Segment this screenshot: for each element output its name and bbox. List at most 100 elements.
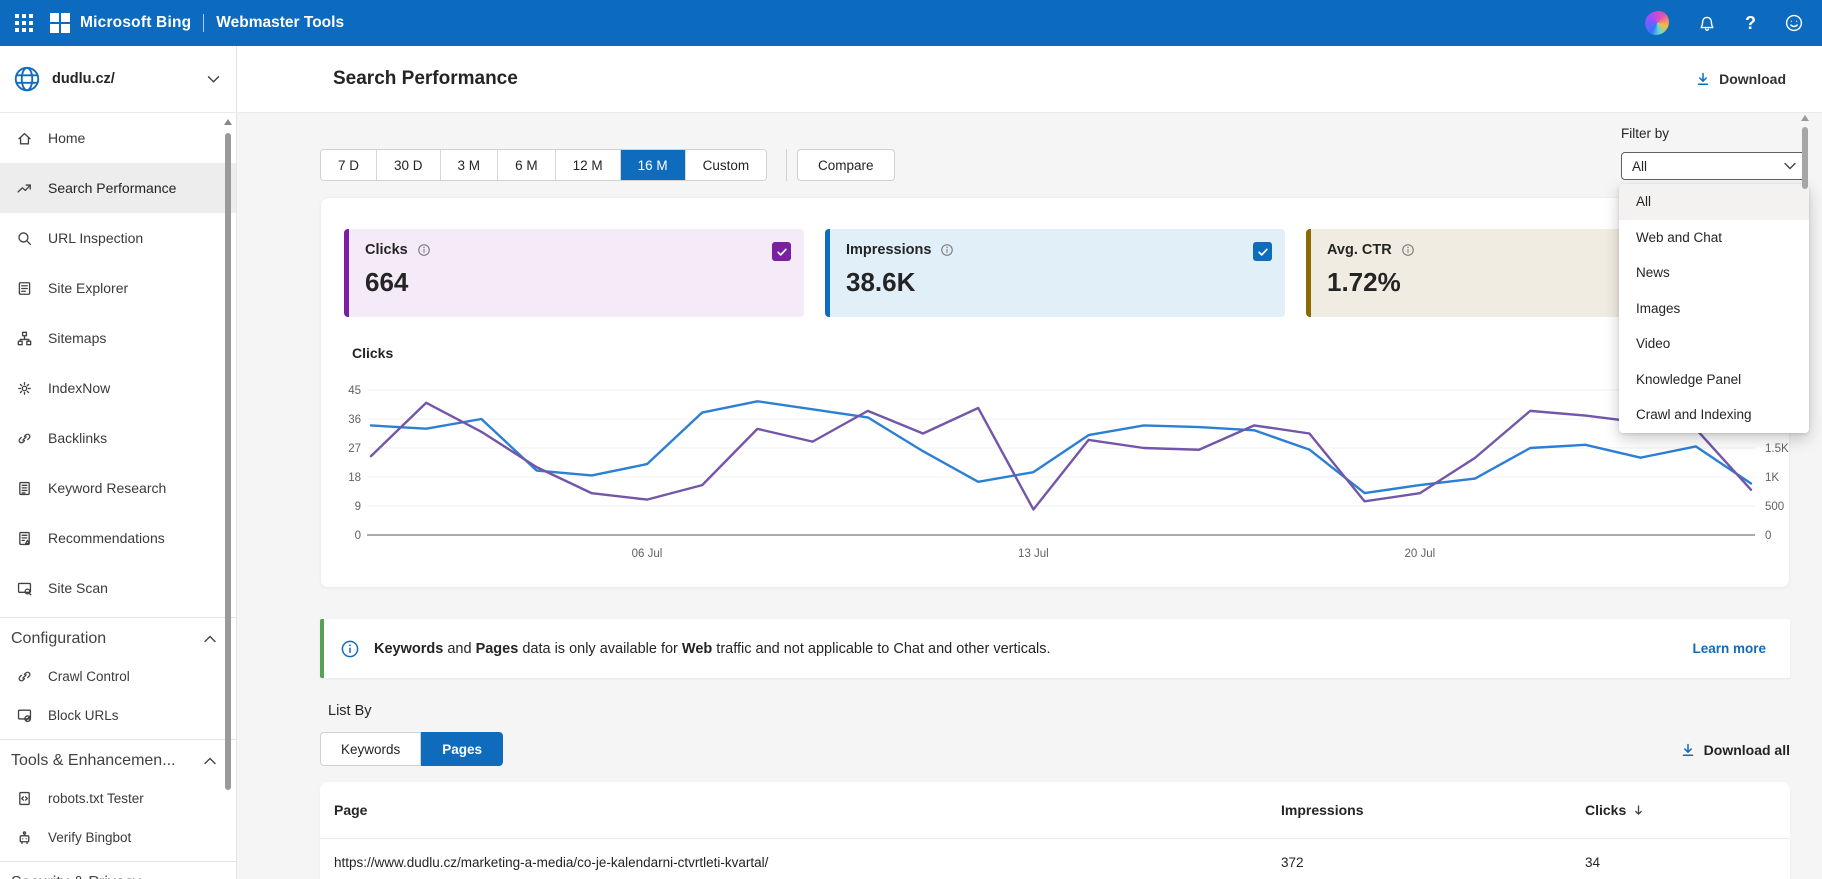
metric-label: Avg. CTR xyxy=(1327,242,1392,258)
list-by-keywords[interactable]: Keywords xyxy=(320,732,422,766)
sidebar-item-sitemaps[interactable]: Sitemaps xyxy=(0,313,236,363)
chevron-down-icon xyxy=(1784,162,1796,170)
chevron-up-icon xyxy=(204,757,216,765)
info-icon[interactable] xyxy=(1401,243,1415,257)
range-group: 7 D 30 D3 M6 M 12 M 16 M Custom xyxy=(320,149,768,181)
sidebar-section-security-privacy[interactable]: Security & Privacy xyxy=(0,864,236,879)
sidebar-section-tools-enhancemen[interactable]: Tools & Enhancemen... xyxy=(0,742,236,779)
sidebar-item-label: URL Inspection xyxy=(48,230,144,246)
info-icon[interactable] xyxy=(940,243,954,257)
page-title: Search Performance xyxy=(333,68,518,89)
product-name: Webmaster Tools xyxy=(216,14,345,31)
list-by-pages[interactable]: Pages xyxy=(421,732,504,766)
section-label: Configuration xyxy=(11,629,107,647)
gear-icon xyxy=(16,379,34,397)
filter-option-all[interactable]: All xyxy=(1619,184,1809,220)
list-by-label: List By xyxy=(328,703,372,719)
sidebar-item-site-explorer[interactable]: Site Explorer xyxy=(0,263,236,313)
svg-text:0: 0 xyxy=(355,530,361,542)
range-30-d[interactable]: 30 D xyxy=(377,150,441,180)
sidebar-item-label: robots.txt Tester xyxy=(48,791,144,806)
column-clicks[interactable]: Clicks xyxy=(1585,802,1645,818)
filter-option-news[interactable]: News xyxy=(1619,255,1809,291)
sidebar-item-indexnow[interactable]: IndexNow xyxy=(0,363,236,413)
filter-option-crawl-and-indexing[interactable]: Crawl and Indexing xyxy=(1619,397,1809,433)
clicks-chart: 091827364505001K1.5K2K2.5K06 Jul13 Jul20… xyxy=(348,385,1789,560)
svg-text:1.5K: 1.5K xyxy=(1765,443,1789,455)
column-impressions[interactable]: Impressions xyxy=(1281,802,1363,818)
sidebar-item-search-performance[interactable]: Search Performance xyxy=(0,163,236,213)
range-6-m[interactable]: 6 M xyxy=(498,150,556,180)
sidebar-item-label: Block URLs xyxy=(48,708,119,723)
range-custom[interactable]: Custom xyxy=(685,150,767,180)
copilot-icon[interactable] xyxy=(1645,11,1669,35)
help-icon[interactable] xyxy=(1745,13,1756,34)
main-content: 7 D 30 D3 M6 M 12 M 16 M Custom Compare Filt… xyxy=(237,113,1822,879)
globe-icon xyxy=(12,64,42,94)
sidebar-item-home[interactable]: Home xyxy=(0,113,236,163)
bing-webmaster-tools-window: Microsoft Bing Webmaster Tools ? dudlu.c… xyxy=(0,0,1822,879)
sidebar-scrollbar[interactable] xyxy=(223,117,233,790)
range-3-m[interactable]: 3 M xyxy=(440,150,499,180)
page-header: Search Performance Download xyxy=(237,46,1822,112)
scroll-up-icon[interactable] xyxy=(1801,115,1809,121)
smiley-icon[interactable] xyxy=(1784,13,1804,33)
svg-text:06 Jul: 06 Jul xyxy=(632,548,663,560)
svg-text:0: 0 xyxy=(1765,530,1771,542)
column-page[interactable]: Page xyxy=(334,802,367,818)
metric-checkbox[interactable] xyxy=(1253,242,1272,261)
list-by-toggle: Keywords Pages xyxy=(320,732,504,766)
sidebar-item-keyword-research[interactable]: Keyword Research xyxy=(0,463,236,513)
table-row[interactable]: https://www.dudlu.cz/marketing-a-media/c… xyxy=(320,839,1790,879)
sidebar-item-block-urls[interactable]: Block URLs xyxy=(0,696,236,735)
site-selector[interactable]: dudlu.cz/ xyxy=(0,46,237,112)
banner-text: Keywords and Pages data is only availabl… xyxy=(374,640,1051,657)
metric-checkbox[interactable] xyxy=(772,242,791,261)
filter-select[interactable]: All xyxy=(1621,152,1807,180)
learn-more-link[interactable]: Learn more xyxy=(1692,641,1766,656)
robot-icon xyxy=(16,829,34,847)
sidebar-item-label: Site Explorer xyxy=(48,280,129,296)
range-7-d[interactable]: 7 D xyxy=(321,150,378,180)
filter-option-images[interactable]: Images xyxy=(1619,290,1809,326)
sidebar-item-label: Search Performance xyxy=(48,180,177,196)
topbar-divider xyxy=(203,14,205,32)
sidebar: Home Search Performance URL Inspection Site… xyxy=(0,113,237,879)
range-12-m[interactable]: 12 M xyxy=(555,150,621,180)
main-scrollbar[interactable] xyxy=(1800,115,1810,189)
info-icon[interactable] xyxy=(417,243,431,257)
section-divider xyxy=(0,739,236,740)
sidebar-item-crawl-control[interactable]: Crawl Control xyxy=(0,657,236,696)
sidebar-scrollbar-thumb[interactable] xyxy=(225,133,231,790)
sidebar-item-url-inspection[interactable]: URL Inspection xyxy=(0,213,236,263)
compare-button[interactable]: Compare xyxy=(797,149,895,181)
sidebar-item-recommendations[interactable]: Recommendations xyxy=(0,513,236,563)
sidebar-item-label: Verify Bingbot xyxy=(48,830,132,845)
section-divider xyxy=(0,617,236,618)
filter-option-web-and-chat[interactable]: Web and Chat xyxy=(1619,219,1809,255)
filter-option-video[interactable]: Video xyxy=(1619,326,1809,362)
cell-impressions: 372 xyxy=(1281,855,1304,870)
bell-icon[interactable] xyxy=(1697,13,1717,33)
filter-option-knowledge-panel[interactable]: Knowledge Panel xyxy=(1619,361,1809,397)
cell-page[interactable]: https://www.dudlu.cz/marketing-a-media/c… xyxy=(334,855,768,870)
sidebar-section-configuration[interactable]: Configuration xyxy=(0,620,236,657)
app-launcher-icon[interactable] xyxy=(0,0,48,46)
download-all-button[interactable]: Download all xyxy=(1680,742,1790,758)
sitemap-icon xyxy=(16,329,34,347)
info-banner: Keywords and Pages data is only availabl… xyxy=(320,619,1790,678)
sidebar-item-verify-bingbot[interactable]: Verify Bingbot xyxy=(0,818,236,857)
trend-icon xyxy=(16,179,34,197)
range-16-m[interactable]: 16 M xyxy=(620,150,686,180)
sidebar-item-backlinks[interactable]: Backlinks xyxy=(0,413,236,463)
keyword-icon xyxy=(16,479,34,497)
cell-clicks: 34 xyxy=(1585,855,1601,870)
download-button[interactable]: Download xyxy=(1695,71,1786,87)
sidebar-item-site-scan[interactable]: Site Scan xyxy=(0,563,236,613)
scroll-up-icon[interactable] xyxy=(224,119,232,125)
main-scrollbar-thumb[interactable] xyxy=(1802,127,1808,189)
sidebar-item-robots-txt-tester[interactable]: robots.txt Tester xyxy=(0,779,236,818)
download-arrow-icon xyxy=(1682,743,1693,756)
pages-table: Page Impressions Clicks https://www.dudl… xyxy=(320,782,1790,879)
sidebar-item-label: Recommendations xyxy=(48,530,165,546)
